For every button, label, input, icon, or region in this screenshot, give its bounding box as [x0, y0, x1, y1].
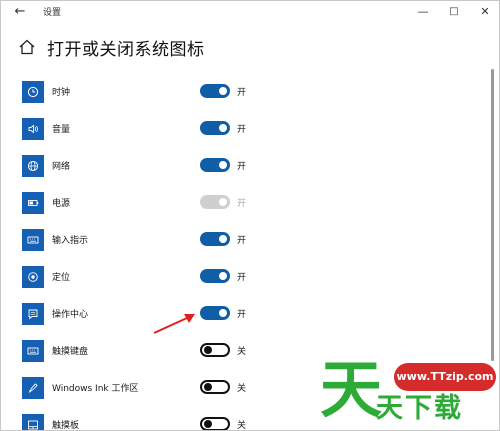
keyboard-icon — [22, 340, 44, 362]
setting-label: 触摸板 — [52, 421, 80, 431]
toggle-switch[interactable] — [200, 269, 230, 283]
window-title: 设置 — [43, 8, 62, 18]
toggle-switch[interactable] — [200, 306, 230, 320]
toggle-knob — [204, 346, 212, 354]
setting-label: 输入指示 — [52, 236, 89, 246]
battery-icon — [22, 192, 44, 214]
toggle-state-label: 开 — [237, 125, 247, 135]
maximize-icon[interactable]: □ — [443, 3, 465, 21]
toggle-state-label: 开 — [237, 88, 247, 98]
toggle-state-label: 开 — [237, 199, 247, 209]
setting-row: 输入指示 开 — [1, 229, 491, 259]
annotation-arrow — [153, 314, 195, 334]
title-bar: ← 设置 — □ ✕ — [1, 1, 499, 23]
toggle-state-label: 开 — [237, 162, 247, 172]
pen-icon — [22, 377, 44, 399]
toggle-switch[interactable] — [200, 343, 230, 357]
minimize-icon[interactable]: — — [412, 3, 434, 21]
toggle-switch — [200, 195, 230, 209]
toggle-knob — [219, 309, 227, 317]
toggle-state-label: 关 — [237, 347, 247, 357]
toggle-state-label: 关 — [237, 421, 247, 431]
location-icon — [22, 266, 44, 288]
toggle-knob — [204, 383, 212, 391]
settings-window: ← 设置 — □ ✕ 打开或关闭系统图标 时钟开音量开网络开电源开输入指示开定位… — [0, 0, 500, 431]
toggle-switch[interactable] — [200, 380, 230, 394]
setting-label: 操作中心 — [52, 310, 89, 320]
globe-icon — [22, 155, 44, 177]
toggle-knob — [219, 272, 227, 280]
back-arrow-icon[interactable]: ← — [11, 3, 29, 21]
setting-row: 音量 开 — [1, 118, 491, 148]
watermark-small-text: 天下载 — [376, 393, 463, 424]
toggle-state-label: 开 — [237, 310, 247, 320]
setting-label: 音量 — [52, 125, 71, 135]
toggle-knob — [219, 124, 227, 132]
close-icon[interactable]: ✕ — [474, 3, 496, 21]
toggle-switch[interactable] — [200, 84, 230, 98]
watermark-logo: 天 www.TTzip.com 天下载 — [320, 357, 498, 429]
watermark-big-char: 天 — [320, 353, 383, 426]
setting-label: 定位 — [52, 273, 71, 283]
home-icon[interactable] — [18, 38, 36, 56]
speaker-icon — [22, 118, 44, 140]
action-center-icon — [22, 303, 44, 325]
toggle-switch[interactable] — [200, 158, 230, 172]
setting-label: 触摸键盘 — [52, 347, 89, 357]
setting-label: Windows Ink 工作区 — [52, 384, 139, 394]
toggle-state-label: 开 — [237, 236, 247, 246]
toggle-switch[interactable] — [200, 232, 230, 246]
setting-label: 时钟 — [52, 88, 71, 98]
toggle-knob — [219, 198, 227, 206]
setting-row: 电源 开 — [1, 192, 491, 222]
toggle-switch[interactable] — [200, 121, 230, 135]
toggle-state-label: 开 — [237, 273, 247, 283]
setting-label: 电源 — [52, 199, 71, 209]
toggle-switch[interactable] — [200, 417, 230, 430]
toggle-knob — [219, 161, 227, 169]
setting-row: 定位 开 — [1, 266, 491, 296]
scrollbar[interactable] — [491, 69, 494, 361]
toggle-state-label: 关 — [237, 384, 247, 394]
touchpad-icon — [22, 414, 44, 430]
setting-label: 网络 — [52, 162, 71, 172]
keyboard-icon — [22, 229, 44, 251]
toggle-knob — [204, 420, 212, 428]
toggle-knob — [219, 235, 227, 243]
clock-icon — [22, 81, 44, 103]
page-title: 打开或关闭系统图标 — [47, 40, 205, 60]
setting-row: 时钟 开 — [1, 81, 491, 111]
setting-row: 操作中心 开 — [1, 303, 491, 333]
watermark-url: www.TTzip.com — [394, 363, 496, 391]
setting-row: 网络 开 — [1, 155, 491, 185]
toggle-knob — [219, 87, 227, 95]
